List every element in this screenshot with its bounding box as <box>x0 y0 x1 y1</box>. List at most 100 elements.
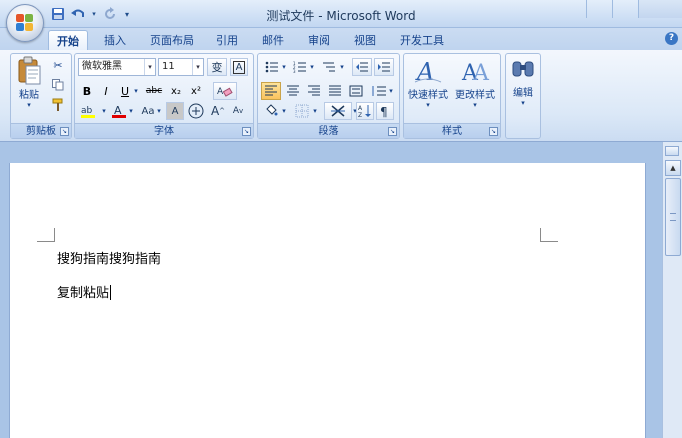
editing-button[interactable]: 编辑 ▾ <box>508 58 538 107</box>
document-line-2-text: 复制粘贴 <box>57 286 110 301</box>
borders-button[interactable] <box>292 102 312 120</box>
window-controls <box>586 0 682 18</box>
quick-styles-label: 快速样式 <box>408 90 448 101</box>
char-border-label: A <box>232 60 246 74</box>
subscript-button[interactable]: x₂ <box>167 82 185 100</box>
format-painter-icon[interactable] <box>49 96 67 114</box>
text-cursor <box>110 285 112 300</box>
tab-home[interactable]: 开始 <box>48 30 88 50</box>
superscript-button[interactable]: x² <box>187 82 205 100</box>
font-size-value: 11 <box>162 61 175 72</box>
show-marks-button[interactable]: ¶ <box>376 102 394 120</box>
styles-group-label: 样式 <box>404 123 500 138</box>
justify-button[interactable] <box>325 82 345 100</box>
distributed-button[interactable] <box>346 82 366 100</box>
numbering-icon: 123 <box>293 61 306 73</box>
chinese-layout-button[interactable] <box>324 102 352 120</box>
chevron-down-icon[interactable]: ▾ <box>192 59 203 75</box>
pilcrow-icon: ¶ <box>380 105 388 118</box>
grow-font-button[interactable]: A ^ <box>209 102 227 120</box>
numbering-button[interactable]: 123 <box>290 58 310 76</box>
enclose-char-icon <box>188 103 204 119</box>
shading-button[interactable] <box>261 102 281 120</box>
paint-bucket-icon <box>266 104 278 116</box>
align-center-button[interactable] <box>283 82 303 100</box>
editing-group: 编辑 ▾ <box>505 53 541 139</box>
paragraph-dialog-launcher[interactable]: ↘ <box>388 127 397 136</box>
strikethrough-button[interactable]: abc <box>143 82 165 100</box>
minimize-button[interactable] <box>586 0 612 18</box>
tab-developer[interactable]: 开发工具 <box>392 30 452 50</box>
decrease-indent-button[interactable] <box>352 58 372 76</box>
split-handle[interactable] <box>665 146 679 156</box>
chevron-down-icon[interactable]: ▾ <box>100 102 108 120</box>
increase-indent-button[interactable] <box>374 58 394 76</box>
scroll-thumb[interactable] <box>665 178 681 256</box>
vertical-scrollbar[interactable]: ▲ <box>662 142 682 438</box>
document-line-2[interactable]: 复制粘贴 <box>57 282 112 301</box>
office-button[interactable] <box>6 4 44 42</box>
cut-icon[interactable]: ✂ <box>49 56 67 74</box>
chevron-down-icon[interactable]: ▾ <box>144 59 155 75</box>
paste-button[interactable]: 粘贴 ▾ <box>14 56 44 109</box>
tab-page-layout[interactable]: 页面布局 <box>142 30 202 50</box>
tab-view[interactable]: 视图 <box>346 30 384 50</box>
chinese-layout-icon <box>331 105 345 117</box>
chevron-down-icon[interactable]: ▾ <box>308 58 316 76</box>
close-button[interactable] <box>638 0 682 18</box>
chevron-down-icon[interactable]: ▾ <box>311 102 319 120</box>
chevron-down-icon[interactable]: ▾ <box>280 102 288 120</box>
font-name-combo[interactable]: 微软雅黑 ▾ <box>78 58 156 76</box>
svg-text:A: A <box>358 105 363 112</box>
justify-icon <box>329 85 341 96</box>
chevron-down-icon[interactable]: ▾ <box>387 82 395 100</box>
enclose-char-button[interactable] <box>187 102 205 120</box>
tab-review[interactable]: 审阅 <box>300 30 338 50</box>
char-shading-button[interactable]: A <box>166 102 184 120</box>
help-icon[interactable]: ? <box>665 32 678 45</box>
change-styles-button[interactable]: AA 更改样式 ▾ <box>452 56 498 109</box>
chevron-down-icon[interactable]: ▾ <box>131 82 141 100</box>
distributed-icon <box>349 85 363 97</box>
char-border-button[interactable]: A <box>230 58 248 76</box>
chevron-down-icon[interactable]: ▾ <box>155 102 163 120</box>
quick-styles-button[interactable]: A 快速样式 ▾ <box>406 56 450 109</box>
clipboard-dialog-launcher[interactable]: ↘ <box>60 127 69 136</box>
clear-formatting-button[interactable]: A <box>213 82 237 100</box>
paste-label: 粘贴 <box>19 90 39 101</box>
font-dialog-launcher[interactable]: ↘ <box>242 127 251 136</box>
paragraph-group-label: 段落 <box>258 123 399 138</box>
tab-references[interactable]: 引用 <box>208 30 246 50</box>
styles-dialog-launcher[interactable]: ↘ <box>489 127 498 136</box>
align-right-button[interactable] <box>304 82 324 100</box>
svg-text:A: A <box>472 61 490 86</box>
maximize-button[interactable] <box>612 0 638 18</box>
font-size-combo[interactable]: 11 ▾ <box>158 58 204 76</box>
multilevel-list-button[interactable] <box>318 58 340 76</box>
scroll-up-arrow[interactable]: ▲ <box>665 160 681 176</box>
tab-insert[interactable]: 插入 <box>96 30 134 50</box>
office-logo-icon <box>16 14 34 32</box>
chevron-down-icon[interactable]: ▾ <box>127 102 135 120</box>
margin-corner-top-right <box>540 228 558 242</box>
highlight-button[interactable]: ab <box>78 102 100 120</box>
italic-button[interactable]: I <box>97 82 115 100</box>
sort-button[interactable]: AZ <box>356 102 374 120</box>
font-color-button[interactable]: A <box>110 102 128 120</box>
align-left-button[interactable] <box>261 82 281 100</box>
phonetic-guide-button[interactable]: 变 <box>207 58 227 76</box>
chevron-down-icon[interactable]: ▾ <box>280 58 288 76</box>
document-line-1[interactable]: 搜狗指南搜狗指南 <box>57 248 161 267</box>
shrink-font-button[interactable]: Av <box>229 102 247 120</box>
increase-indent-icon <box>378 62 390 72</box>
bold-button[interactable]: B <box>78 82 96 100</box>
svg-text:ab: ab <box>81 106 93 116</box>
borders-icon <box>295 104 309 118</box>
multilevel-list-icon <box>323 62 335 72</box>
change-styles-label: 更改样式 <box>455 90 495 101</box>
chevron-down-icon: ▾ <box>521 99 525 107</box>
align-center-icon <box>287 85 299 96</box>
copy-icon[interactable] <box>49 76 67 94</box>
chevron-down-icon[interactable]: ▾ <box>338 58 346 76</box>
tab-mailings[interactable]: 邮件 <box>254 30 292 50</box>
